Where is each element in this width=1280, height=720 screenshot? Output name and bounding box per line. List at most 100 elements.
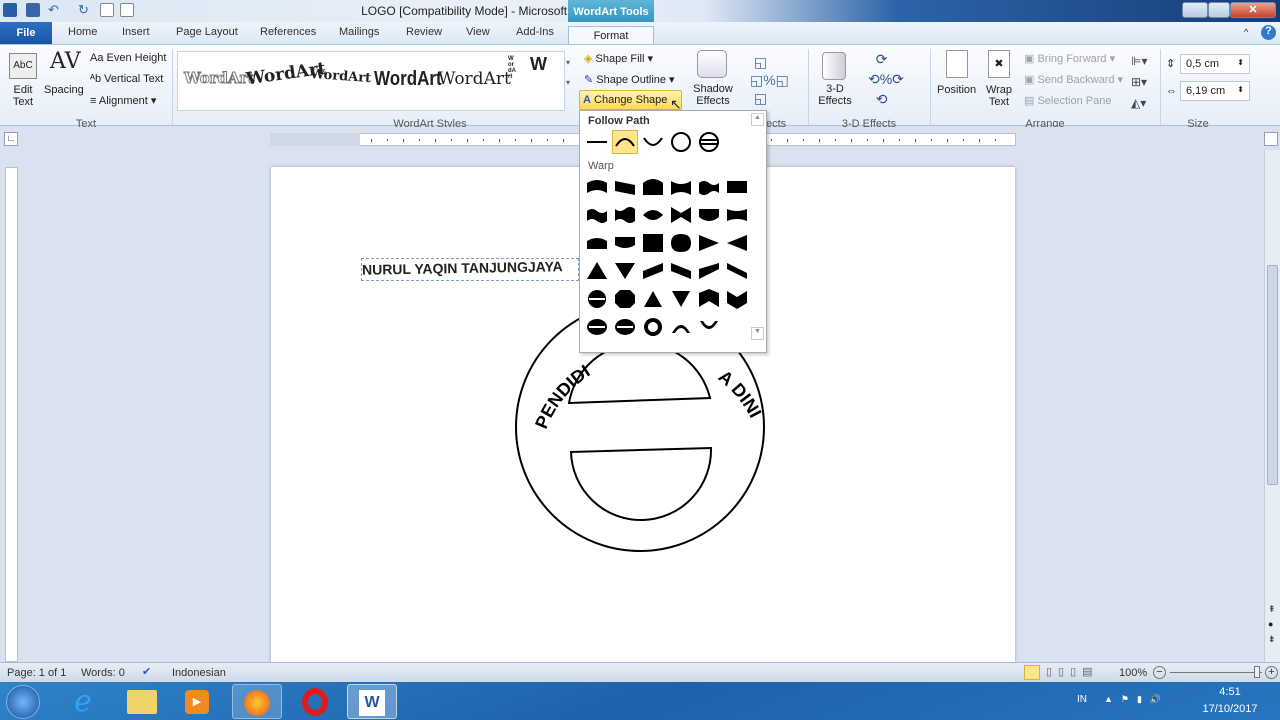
print-layout-view[interactable]	[1024, 665, 1040, 680]
alignment-button[interactable]: ≡ Alignment ▾	[90, 94, 156, 107]
warp-shape-23[interactable]	[696, 259, 722, 283]
zoom-slider[interactable]	[1170, 672, 1262, 673]
firefox-button[interactable]	[232, 684, 282, 719]
warp-shape-14[interactable]	[612, 231, 638, 255]
wordart-style-7[interactable]: W	[530, 54, 547, 75]
language-indicator[interactable]: IN	[1077, 694, 1087, 705]
warp-shape-24[interactable]	[724, 259, 750, 283]
even-height-button[interactable]: Aa Even Height	[90, 52, 166, 64]
menu-scroll-down[interactable]: ▼	[751, 327, 764, 340]
shape-height-input[interactable]: 0,5 cm ⬍	[1180, 54, 1250, 74]
view-ruler-icon[interactable]	[1264, 132, 1278, 146]
warp-shape-6[interactable]	[724, 175, 750, 199]
tab-references[interactable]: References	[260, 26, 316, 38]
view-buttons[interactable]: ▯▯▯▤	[1046, 665, 1099, 678]
tab-home[interactable]: Home	[68, 26, 97, 38]
spacing-button[interactable]: Spacing	[44, 84, 84, 96]
warp-shape-34[interactable]	[668, 315, 694, 339]
warp-shape-22[interactable]	[668, 259, 694, 283]
tray-icons[interactable]: ▲⚑▮🔊	[1104, 694, 1169, 705]
warp-shape-31[interactable]	[584, 315, 610, 339]
warp-shape-10[interactable]	[668, 203, 694, 227]
warp-shape-1[interactable]	[584, 175, 610, 199]
tab-format[interactable]: Format	[568, 26, 654, 45]
warp-shape-15[interactable]	[640, 231, 666, 255]
tab-file[interactable]: File	[0, 22, 52, 44]
warp-shape-12[interactable]	[724, 203, 750, 227]
vertical-ruler[interactable]	[5, 167, 18, 662]
gallery-scroll[interactable]: ▾ ▾	[566, 53, 570, 93]
align-group-rotate-icons[interactable]: ⊫▾ ⊞▾ ◭▾	[1131, 51, 1147, 114]
warp-shape-2[interactable]	[612, 175, 638, 199]
follow-path-button[interactable]	[696, 130, 722, 154]
tab-add-ins[interactable]: Add-Ins	[516, 26, 554, 38]
word-count[interactable]: Words: 0	[81, 667, 125, 679]
warp-shape-30[interactable]	[724, 287, 750, 311]
follow-path-arch-up[interactable]	[612, 130, 638, 154]
tilt-icons[interactable]: ⟳ ⟲%⟳ ⟲	[868, 49, 904, 109]
warp-shape-11[interactable]	[696, 203, 722, 227]
follow-path-arch-down[interactable]	[640, 130, 666, 154]
scroll-thumb[interactable]	[1267, 265, 1278, 485]
bring-forward-button[interactable]: ▣ Bring Forward ▾	[1024, 52, 1115, 65]
vertical-scrollbar[interactable]: ⇞ ● ⇟	[1264, 150, 1280, 662]
minimize-ribbon-icon[interactable]: ^	[1244, 27, 1248, 37]
3d-effects-button[interactable]: 3-D Effects	[815, 83, 855, 107]
warp-shape-20[interactable]	[612, 259, 638, 283]
browse-buttons[interactable]: ⇞ ● ⇟	[1268, 602, 1276, 647]
warp-shape-32[interactable]	[612, 315, 638, 339]
zoom-level[interactable]: 100%	[1119, 667, 1147, 679]
wrap-text-button[interactable]: Wrap Text	[985, 84, 1013, 108]
explorer-icon[interactable]	[127, 690, 157, 714]
page-count[interactable]: Page: 1 of 1	[7, 667, 66, 679]
clock-time[interactable]: 4:51	[1200, 686, 1260, 698]
warp-shape-13[interactable]	[584, 231, 610, 255]
edit-text-button[interactable]: Edit Text	[12, 84, 34, 108]
wordart-text[interactable]: NURUL YAQIN TANJUNGJAYA	[362, 258, 563, 278]
warp-shape-29[interactable]	[696, 287, 722, 311]
warp-shape-35[interactable]	[696, 315, 722, 339]
warp-shape-3[interactable]	[640, 175, 666, 199]
wordart-styles-gallery[interactable]: WordArt WordArt WordArt WordArt WordArt …	[177, 51, 565, 111]
zoom-slider-thumb[interactable]	[1254, 666, 1260, 678]
wordart-style-5[interactable]: WordArt	[438, 69, 511, 89]
warp-shape-33[interactable]	[640, 315, 666, 339]
warp-shape-21[interactable]	[640, 259, 666, 283]
warp-shape-17[interactable]	[696, 231, 722, 255]
shadow-effects-button[interactable]: Shadow Effects	[693, 83, 733, 107]
start-button[interactable]	[6, 685, 40, 719]
language[interactable]: Indonesian	[172, 667, 226, 679]
shape-fill-button[interactable]: ◈ Shape Fill ▾	[584, 52, 653, 65]
proofing-icon[interactable]: ✔	[142, 665, 151, 678]
position-button[interactable]: Position	[937, 84, 976, 96]
warp-shape-26[interactable]	[612, 287, 638, 311]
close-button[interactable]: ✕	[1230, 2, 1276, 18]
warp-shape-16[interactable]	[668, 231, 694, 255]
warp-shape-8[interactable]	[612, 203, 638, 227]
tab-insert[interactable]: Insert	[122, 26, 150, 38]
wordart-style-1[interactable]: WordArt	[184, 69, 255, 88]
internet-explorer-icon[interactable]: e	[58, 684, 108, 719]
tab-view[interactable]: View	[466, 26, 490, 38]
selection-pane-button[interactable]: ▤ Selection Pane	[1024, 94, 1111, 107]
warp-shape-18[interactable]	[724, 231, 750, 255]
wordart-selection[interactable]: NURUL YAQIN TANJUNGJAYA	[361, 258, 579, 281]
wordart-style-3[interactable]: WordArt	[310, 67, 372, 86]
opera-icon[interactable]	[302, 688, 328, 716]
warp-shape-19[interactable]	[584, 259, 610, 283]
change-shape-button[interactable]: A Change Shape	[579, 90, 682, 110]
zoom-out-button[interactable]: −	[1153, 666, 1166, 679]
warp-shape-25[interactable]	[584, 287, 610, 311]
follow-path-plain[interactable]	[584, 130, 610, 154]
warp-shape-7[interactable]	[584, 203, 610, 227]
tab-review[interactable]: Review	[406, 26, 442, 38]
wordart-style-6[interactable]: WordArt	[508, 56, 516, 80]
shape-outline-button[interactable]: ✎ Shape Outline ▾	[584, 73, 675, 86]
follow-path-circle[interactable]	[668, 130, 694, 154]
shape-width-input[interactable]: 6,19 cm ⬍	[1180, 81, 1250, 101]
send-backward-button[interactable]: ▣ Send Backward ▾	[1024, 73, 1123, 86]
help-icon[interactable]: ?	[1261, 25, 1276, 40]
warp-shape-5[interactable]	[696, 175, 722, 199]
minimize-button[interactable]	[1182, 2, 1208, 18]
tab-page-layout[interactable]: Page Layout	[176, 26, 238, 38]
